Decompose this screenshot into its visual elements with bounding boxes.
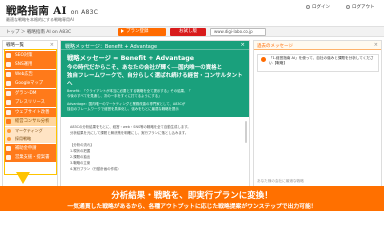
mail-icon [6,90,11,96]
sidebar-item-dm[interactable]: グラン-DM [4,88,56,98]
sidebar-item-seo[interactable]: SEO対策 [4,50,56,60]
body-line: 2.課題の抽出 [70,155,91,159]
hero-line-3: へ [67,81,73,87]
sidebar-item-website[interactable]: ウェブサイト改善 [4,107,56,117]
plan-label: プラン登録 [126,29,149,34]
history-item[interactable]: 「1.経営指南 AI」を使って、自社の強みと課題を分析してください【戦略】 [257,54,379,72]
message-body: A83Cの分析結果をもとに、経営・web・SNS等の戦略を全て自動生成します。 … [61,118,249,188]
sidebar-title: 戦略一覧 [6,43,24,48]
document-icon [6,145,11,151]
bullet-icon [7,128,11,133]
history-header: 過去のメッセージ × [254,41,381,50]
url-field[interactable]: www.digi-labo.co.jp [210,28,266,36]
tagline: 最適な戦略を本格的にする戦略専用AI [6,17,74,22]
strategy-sidebar: 戦略一覧 × SEO対策 SNS運用 Web広告 Googleマップ グラン-D… [2,40,58,188]
body-line: 分析結果を元にして課題と解決策を明確にし、実行プランに落とし込みます。 [70,131,189,135]
history-panel: 過去のメッセージ × 「1.経営指南 AI」を使って、自社の強みと課題を分析して… [253,40,382,188]
sidebar-item-sns[interactable]: SNS運用 [4,60,56,69]
banner-subline: 一気通貫した戦略があるから、各種アウトプットに応じた戦略提案がワンステップで出力… [67,204,317,210]
sidebar-item-sales[interactable]: 営業支援・提案書 [4,153,56,162]
hero-line-2: 独自フレームワークで、自分らしく選ばれ続ける経営・コンサルタント [67,73,243,79]
logout-label: ログアウト [352,5,375,10]
map-icon [6,81,11,86]
sidebar-subitem-marketing[interactable]: マーケティング [4,126,56,135]
close-icon[interactable]: × [374,42,378,48]
sidebar-subitem-recruiting[interactable]: 採用戦略 [4,135,56,143]
chart-icon [6,119,11,124]
close-icon[interactable]: × [240,42,245,48]
top-toolbar: トップ ＞ 戦略指南 AI on A83C プラン登録 お試し版 www.dig… [0,26,384,37]
megaphone-icon [6,100,11,105]
sidebar-item-google-map[interactable]: Googleマップ [4,79,56,88]
sidebar-item-consulting[interactable]: 経営コンサル分析 [4,117,56,126]
hero-line-1: 今の時代だからこそ、あなたの会社が輝く──国内唯一の資格と [67,65,223,71]
bullet-icon [7,137,11,141]
sns-icon [6,62,11,67]
logout-icon [346,5,350,9]
user-icon [306,5,310,9]
down-arrow-icon [16,172,30,184]
site-header: 戦略指南 AI on A83C 最適な戦略を本格的にする戦略専用AI ログイン … [0,0,384,26]
body-line: 1.現状の把握 [70,149,91,153]
body-line: 4.実行プラン（行動計画の作成） [70,167,121,171]
benefit-text-2: 今後のすべてを見通し、次の一手をすぐに打てるようにする」 [67,94,162,98]
panel-title: 戦略メッセージ：Benefit + Advantage [65,44,158,50]
strategy-message-panel: 戦略メッセージ：Benefit + Advantage × 戦略メッセージ = … [60,40,250,188]
advantage-text-2: 独自のフレームワークで経営を具体化し、強みをもとに最適な戦略を提示 [67,107,179,111]
breadcrumb: トップ ＞ 戦略指南 AI on A83C [6,30,72,35]
plan-button[interactable]: プラン登録 [118,28,166,36]
close-icon[interactable]: × [50,42,54,48]
login-link[interactable]: ログイン [306,4,330,10]
panel-title-bar: 戦略メッセージ：Benefit + Advantage × [61,41,249,50]
scrollbar[interactable] [245,121,247,143]
banner-headline: 分析結果・戦略を、即実行プランに変換！ [111,191,273,201]
logo-title: 戦略指南 AI [6,5,67,17]
play-icon [121,28,124,33]
history-title: 過去のメッセージ [257,44,293,49]
trial-badge[interactable]: お試し版 [170,28,206,36]
logo-suffix: on A83C [70,9,99,16]
globe-icon [6,109,11,115]
sidebar-item-subsidy[interactable]: 補助金申請 [4,143,56,153]
logout-link[interactable]: ログアウト [346,4,375,10]
history-item-text: 「1.経営指南 AI」を使って、自社の強みと課題を分析してください【戦略】 [269,56,374,65]
history-footer: あなた様の会社に最適な戦略 [257,179,304,183]
body-line: A83Cの分析結果をもとに、経営・web・SNS等の戦略を全て自動生成します。 [70,125,191,129]
hero-section: 戦略メッセージ：Benefit + Advantage × 戦略メッセージ = … [61,41,249,117]
seo-icon [6,52,11,58]
body-line: 3.戦略の立案 [70,161,91,165]
sidebar-item-press-release[interactable]: プレスリリース [4,98,56,107]
history-bullet-icon [261,57,266,62]
promo-banner: 分析結果・戦略を、即実行プランに変換！ 一気通貫した戦略があるから、各種アウトプ… [0,186,384,211]
app-logo[interactable]: 戦略指南 AI on A83C [6,3,98,18]
ads-icon [6,71,11,77]
body-line: 【分析の流れ】 [70,143,94,147]
sidebar-header: 戦略一覧 × [3,41,57,50]
hero-title: 戦略メッセージ = Benefit + Advantage [67,55,195,62]
briefcase-icon [6,155,11,160]
sidebar-item-web-ads[interactable]: Web広告 [4,69,56,79]
login-label: ログイン [312,5,330,10]
